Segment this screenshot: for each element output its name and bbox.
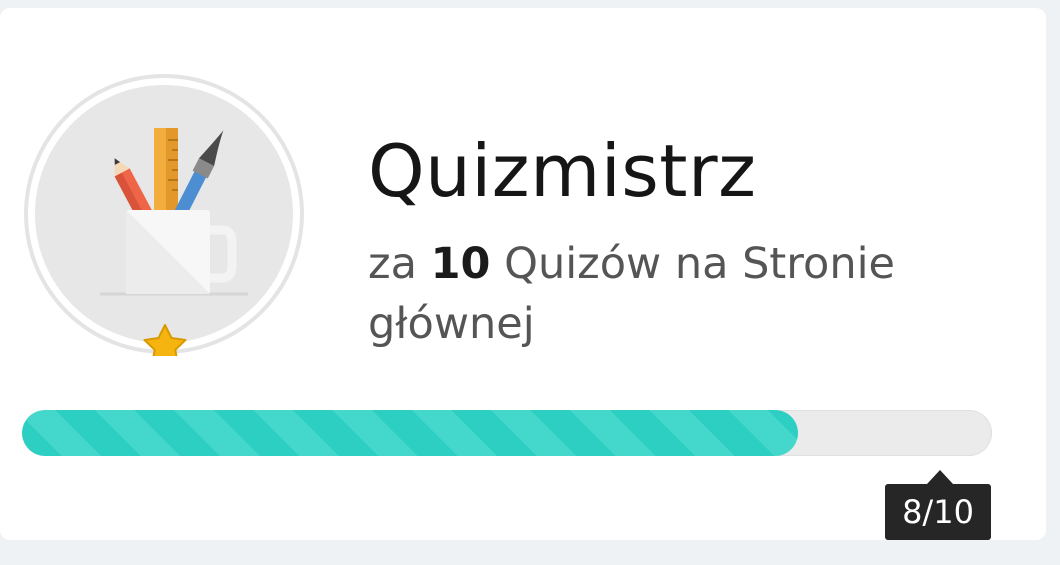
tooltip-arrow [927, 470, 953, 484]
achievement-title: Quizmistrz [368, 129, 757, 213]
description-prefix: za [368, 239, 417, 289]
progress-fill [22, 410, 798, 456]
description-count: 10 [430, 239, 491, 289]
progress-bar [22, 410, 992, 456]
achievement-card: Quizmistrz za 10 Quizów na Stronie główn… [0, 8, 1046, 540]
progress-tooltip: 8/10 [885, 484, 991, 540]
achievement-badge [22, 72, 306, 356]
achievement-description: za 10 Quizów na Stronie głównej [368, 234, 928, 354]
pencil-cup-icon [24, 74, 304, 356]
